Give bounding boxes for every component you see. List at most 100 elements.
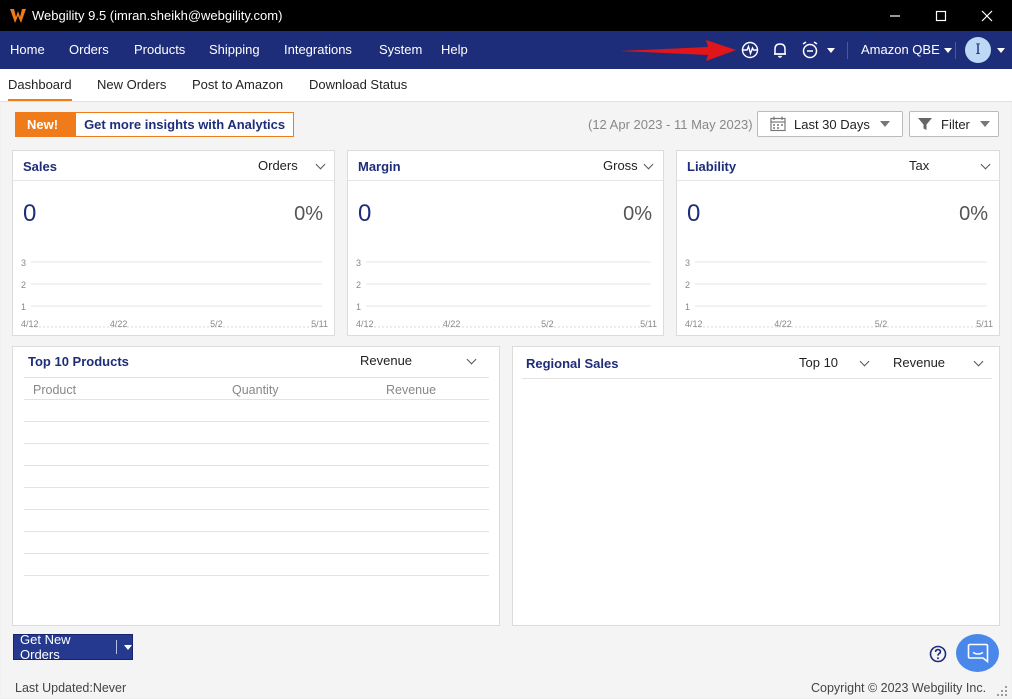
table-row-divider bbox=[24, 399, 489, 400]
y-tick-label: 2 bbox=[685, 280, 690, 290]
account-name: Amazon QBE bbox=[861, 42, 940, 57]
chevron-down-icon[interactable] bbox=[980, 159, 991, 170]
chevron-down-icon bbox=[943, 48, 952, 54]
minimize-button[interactable] bbox=[872, 0, 918, 31]
column-header-product: Product bbox=[33, 383, 77, 397]
account-selector[interactable]: Amazon QBE bbox=[861, 31, 952, 69]
regional-metric-selector[interactable]: Revenue bbox=[893, 355, 945, 370]
margin-metric-selector[interactable]: Gross bbox=[603, 158, 638, 173]
chevron-down-icon bbox=[980, 121, 990, 127]
activity-pulse-icon[interactable] bbox=[740, 40, 760, 60]
window-title: Webgility 9.5 (imran.sheikh@webgility.co… bbox=[32, 8, 283, 23]
table-row-divider bbox=[24, 553, 489, 554]
margin-card: Margin Gross 0 0% 3 2 1 4/12 4/22 5/2 5/11 bbox=[347, 150, 664, 336]
calendar-icon bbox=[770, 116, 786, 132]
y-tick-label: 1 bbox=[356, 302, 361, 312]
last-updated-status: Last Updated:Never bbox=[15, 681, 127, 695]
chevron-down-icon[interactable] bbox=[124, 644, 132, 650]
chevron-down-icon[interactable] bbox=[466, 354, 477, 365]
period-dropdown[interactable]: Last 30 Days bbox=[757, 111, 903, 137]
webgility-logo-icon bbox=[10, 8, 26, 23]
copyright-text: Copyright © 2023 Webgility Inc. bbox=[811, 681, 987, 695]
regional-sales-card: Regional Sales Top 10 Revenue bbox=[512, 346, 1000, 626]
nav-integrations[interactable]: Integrations bbox=[284, 31, 352, 69]
x-tick-label: 4/12 bbox=[356, 319, 374, 329]
x-tick-label: 5/2 bbox=[210, 319, 223, 329]
new-badge: New! bbox=[16, 113, 77, 136]
margin-value: 0 bbox=[358, 200, 372, 227]
chat-button[interactable] bbox=[956, 634, 999, 672]
filter-dropdown[interactable]: Filter bbox=[909, 111, 999, 137]
y-tick-label: 1 bbox=[685, 302, 690, 312]
table-row-divider bbox=[24, 487, 489, 488]
card-title: Regional Sales bbox=[526, 356, 619, 371]
sales-percent: 0% bbox=[294, 203, 323, 225]
liability-card: Liability Tax 0 0% 3 2 1 4/12 4/22 5/2 5/11 bbox=[676, 150, 1000, 336]
table-row-divider bbox=[24, 465, 489, 466]
liability-percent: 0% bbox=[959, 203, 988, 225]
tab-dashboard[interactable]: Dashboard bbox=[8, 69, 72, 101]
nav-home[interactable]: Home bbox=[10, 31, 45, 69]
maximize-button[interactable] bbox=[918, 0, 964, 31]
filter-icon bbox=[918, 118, 932, 130]
maximize-icon bbox=[935, 10, 947, 21]
nav-system[interactable]: System bbox=[379, 31, 422, 69]
top-products-metric-selector[interactable]: Revenue bbox=[360, 353, 412, 368]
card-header: Liability Tax bbox=[677, 151, 999, 181]
y-tick-label: 3 bbox=[356, 258, 361, 268]
margin-percent: 0% bbox=[623, 203, 652, 225]
card-title: Top 10 Products bbox=[28, 354, 129, 369]
alarm-clock-icon[interactable] bbox=[800, 40, 820, 60]
liability-chart: 3 2 1 4/12 4/22 5/2 5/11 bbox=[685, 258, 993, 329]
close-button[interactable] bbox=[964, 0, 1010, 31]
main-nav: Home Orders Products Shipping Integratio… bbox=[0, 31, 1012, 69]
tab-new-orders[interactable]: New Orders bbox=[97, 69, 166, 101]
nav-orders[interactable]: Orders bbox=[69, 31, 109, 69]
get-new-orders-button[interactable]: Get New Orders bbox=[13, 632, 133, 662]
promo-message[interactable]: Get more insights with Analytics bbox=[76, 113, 293, 136]
regional-count-selector[interactable]: Top 10 bbox=[799, 355, 838, 370]
x-tick-label: 5/11 bbox=[976, 319, 993, 329]
y-tick-label: 2 bbox=[356, 280, 361, 290]
divider bbox=[522, 378, 992, 379]
column-header-revenue: Revenue bbox=[386, 383, 437, 397]
split-divider bbox=[116, 640, 117, 654]
card-title: Liability bbox=[687, 159, 737, 174]
nav-products[interactable]: Products bbox=[134, 31, 185, 69]
y-tick-label: 2 bbox=[21, 280, 26, 290]
table-row-divider bbox=[24, 575, 489, 576]
bell-icon[interactable] bbox=[770, 40, 790, 60]
top-products-card: Top 10 Products Revenue Product Quantity… bbox=[12, 346, 500, 626]
get-new-orders-label: Get New Orders bbox=[20, 632, 71, 662]
nav-help[interactable]: Help bbox=[441, 31, 468, 69]
chevron-down-icon[interactable] bbox=[973, 356, 984, 367]
card-header: Sales Orders bbox=[13, 151, 334, 181]
card-title: Sales bbox=[23, 159, 57, 174]
alarm-dropdown-caret-icon[interactable] bbox=[827, 48, 835, 53]
x-tick-label: 4/22 bbox=[443, 319, 461, 329]
nav-divider bbox=[847, 42, 848, 59]
column-header-quantity: Quantity bbox=[232, 383, 279, 397]
resize-grip-icon[interactable] bbox=[997, 686, 1008, 697]
user-avatar[interactable]: I bbox=[965, 37, 991, 63]
x-tick-label: 4/12 bbox=[685, 319, 703, 329]
user-menu-caret-icon[interactable] bbox=[997, 48, 1005, 53]
chevron-down-icon[interactable] bbox=[859, 356, 870, 367]
sales-chart: 3 2 1 4/12 4/22 5/2 5/11 bbox=[21, 258, 328, 329]
red-arrow-annotation bbox=[620, 40, 736, 61]
filter-label: Filter bbox=[941, 116, 970, 132]
table-row-divider bbox=[24, 421, 489, 422]
period-label: Last 30 Days bbox=[794, 116, 870, 132]
sales-value: 0 bbox=[23, 200, 37, 227]
nav-shipping[interactable]: Shipping bbox=[209, 31, 260, 69]
liability-metric-selector[interactable]: Tax bbox=[909, 158, 929, 173]
chevron-down-icon[interactable] bbox=[315, 159, 326, 170]
x-tick-label: 4/22 bbox=[774, 319, 792, 329]
chevron-down-icon[interactable] bbox=[643, 159, 654, 170]
sales-metric-selector[interactable]: Orders bbox=[258, 158, 298, 173]
tab-post-to-amazon[interactable]: Post to Amazon bbox=[192, 69, 283, 101]
help-icon[interactable] bbox=[929, 645, 947, 663]
tab-download-status[interactable]: Download Status bbox=[309, 69, 407, 101]
card-header: Margin Gross bbox=[348, 151, 663, 181]
analytics-promo-banner[interactable]: New! Get more insights with Analytics bbox=[15, 112, 295, 137]
